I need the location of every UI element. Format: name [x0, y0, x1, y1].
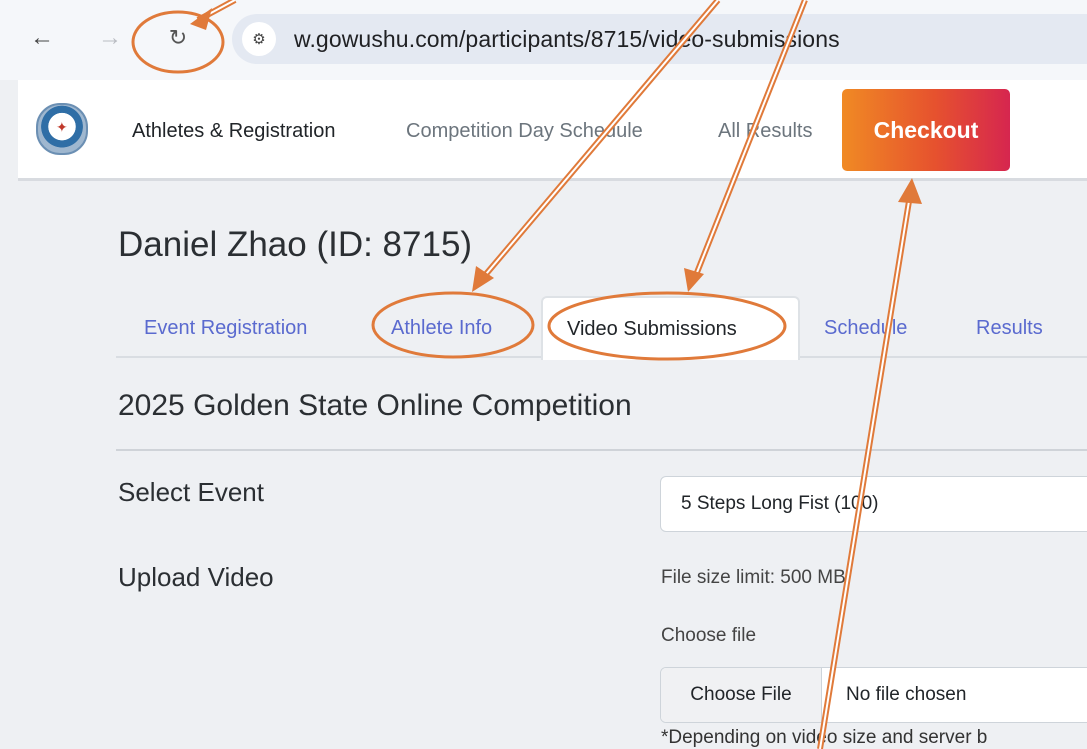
tab-event-registration[interactable]: Event Registration	[144, 317, 307, 340]
address-bar[interactable]: ⚙ w.gowushu.com/participants/8715/video-…	[232, 14, 1087, 64]
url-text[interactable]: w.gowushu.com/participants/8715/video-su…	[294, 26, 840, 53]
tab-results[interactable]: Results	[976, 317, 1043, 340]
organization-seal-icon[interactable]: ✦	[36, 103, 88, 155]
file-input[interactable]: Choose File No file chosen	[660, 667, 1087, 723]
tab-video-submissions-label: Video Submissions	[567, 318, 737, 340]
nav-all-results[interactable]: All Results	[718, 120, 812, 143]
event-select-value: 5 Steps Long Fist (100)	[681, 493, 879, 514]
checkout-button[interactable]: Checkout	[842, 89, 1010, 171]
reload-icon[interactable]: ↻	[160, 20, 196, 56]
competition-title: 2025 Golden State Online Competition	[118, 389, 632, 422]
event-select[interactable]: 5 Steps Long Fist (100)	[660, 476, 1087, 532]
page-title: Daniel Zhao (ID: 8715)	[118, 225, 473, 264]
choose-file-button[interactable]: Choose File	[661, 668, 822, 722]
nav-athletes-registration[interactable]: Athletes & Registration	[132, 120, 335, 143]
browser-toolbar: ← → ↻ ⚙ w.gowushu.com/participants/8715/…	[0, 0, 1087, 80]
tab-schedule[interactable]: Schedule	[824, 317, 907, 340]
select-event-label: Select Event	[118, 477, 264, 507]
site-settings-icon[interactable]: ⚙	[242, 22, 276, 56]
site-header: ✦ Athletes & Registration Competition Da…	[18, 80, 1087, 181]
choose-file-label: Choose file	[661, 625, 757, 646]
forward-arrow-icon[interactable]: →	[92, 20, 128, 56]
upload-note: *Depending on video size and server b	[661, 727, 988, 748]
back-arrow-icon[interactable]: ←	[24, 20, 60, 56]
file-status: No file chosen	[846, 684, 967, 705]
tab-athlete-info[interactable]: Athlete Info	[391, 317, 492, 340]
main-content: Daniel Zhao (ID: 8715) Event Registratio…	[18, 181, 1087, 749]
upload-video-label: Upload Video	[118, 562, 274, 592]
nav-competition-day-schedule[interactable]: Competition Day Schedule	[406, 120, 643, 143]
section-divider	[116, 449, 1087, 451]
tab-video-submissions[interactable]: Video Submissions	[541, 296, 800, 360]
file-size-limit: File size limit: 500 MB	[661, 567, 846, 588]
